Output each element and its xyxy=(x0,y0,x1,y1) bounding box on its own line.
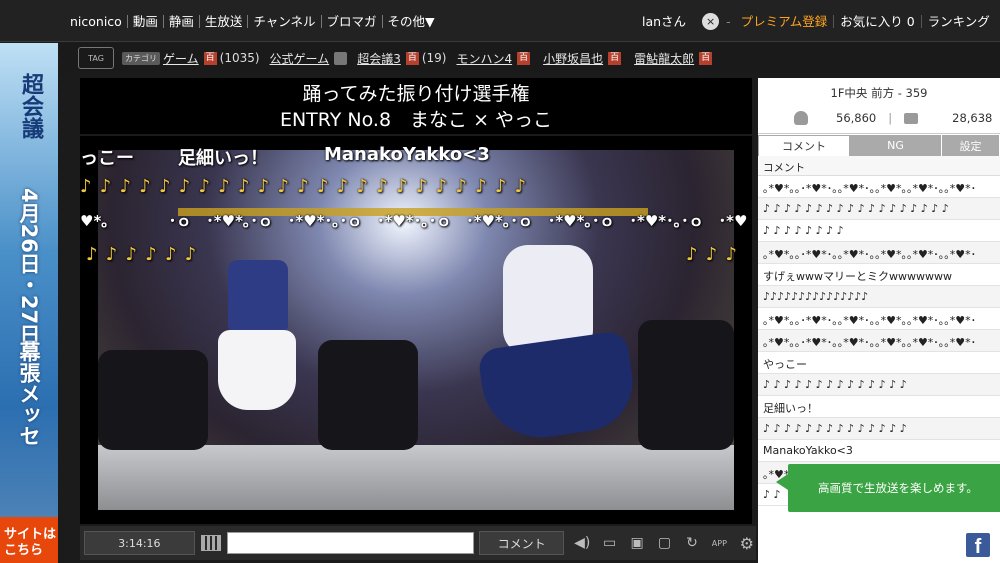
comment-bubble-icon xyxy=(904,112,919,124)
overlay-comment: 足細いっ！ xyxy=(178,148,268,169)
keyboard-icon[interactable] xyxy=(200,535,222,551)
hd-quality-toast[interactable]: 高画質で生放送を楽しめます。 xyxy=(776,464,1000,512)
dancer-left-skirt xyxy=(218,330,296,410)
tag-game-count: (1035) xyxy=(219,51,260,65)
ad-date: 4月26日・27日 xyxy=(17,188,41,346)
overlay-comment: っこー xyxy=(80,148,134,169)
tab-settings[interactable]: 設定 xyxy=(942,135,1000,156)
stream-title-box: 踊ってみた振り付け選手権 ENTRY No.8 まなこ × やっこ xyxy=(80,78,752,134)
tab-comment[interactable]: コメント xyxy=(758,135,850,156)
tag-official-game[interactable]: 公式ゲーム xyxy=(270,50,330,67)
comment-row[interactable]: ｡*♥*｡｡･*♥*･｡｡*♥*･｡｡*♥*｡｡*♥*･｡｡*♥*･ xyxy=(758,330,1000,352)
tag-chokaigi3-count: (19) xyxy=(421,51,447,65)
comment-list[interactable]: ｡*♥*｡｡･*♥*･｡｡*♥*･｡｡*♥*｡｡*♥*･｡｡*♥*･ ♪ ♪ ♪… xyxy=(758,176,1000,506)
tab-ng[interactable]: NG xyxy=(850,135,942,156)
close-icon[interactable]: × xyxy=(702,12,720,30)
tag-icon: TAG xyxy=(78,47,114,69)
app-icon[interactable]: APP xyxy=(710,539,728,548)
nav-seiga[interactable]: 静画 xyxy=(162,14,199,28)
top-navigation-bar: niconico 動画 静画 生放送 チャンネル ブロマガ その他▼ lanさん… xyxy=(0,0,1000,42)
comment-row[interactable]: ｡*♥*｡｡･*♥*･｡｡*♥*･｡｡*♥*｡｡*♥*･｡｡*♥*･ xyxy=(758,176,1000,198)
overlay-comment: ManakoYakko<3 xyxy=(324,144,490,165)
category-badge: カテゴリ xyxy=(122,51,160,65)
comment-input[interactable] xyxy=(227,532,475,554)
favorites-link[interactable]: お気に入り 0 xyxy=(833,14,920,28)
nav-live[interactable]: 生放送 xyxy=(198,14,248,28)
volume-icon[interactable]: ◀) xyxy=(573,535,591,551)
tag-game[interactable]: ゲーム xyxy=(163,50,199,67)
ad-title: 超会議 xyxy=(18,73,43,139)
comment-row[interactable]: ♪ ♪ ♪ ♪ ♪ ♪ ♪ ♪ xyxy=(758,220,1000,242)
player-control-bar: 3:14:16 コメント ◀) ▭ ▣ ▢ ↻ APP ⚙ xyxy=(80,526,756,560)
stats-separator: | xyxy=(888,111,893,125)
viewer-count: 56,860 xyxy=(836,111,877,125)
elapsed-time: 3:14:16 xyxy=(84,531,195,555)
comment-panel: 1F中央 前方 - 359 56,860 | 28,638 コメント NG 設定… xyxy=(758,78,1000,563)
ranking-link[interactable]: ランキング xyxy=(920,14,996,28)
comment-submit-button[interactable]: コメント xyxy=(479,531,565,555)
user-name[interactable]: lanさん xyxy=(636,15,692,28)
dancer-right-skirt xyxy=(477,330,639,445)
dancer-left-top xyxy=(228,260,288,335)
settings-gear-icon[interactable]: ⚙ xyxy=(738,534,756,553)
video-frame xyxy=(98,150,734,510)
ng-icon[interactable]: ▣ xyxy=(628,535,646,551)
comment-row[interactable]: すげぇwwwマリーとミクwwwwwww xyxy=(758,264,1000,286)
encyclopedia-icon[interactable]: 百 xyxy=(608,51,622,65)
tag-monhan4[interactable]: モンハン4 xyxy=(456,50,512,67)
premium-register-link[interactable]: プレミアム登録 xyxy=(735,15,834,28)
ad-site-link[interactable]: サイトはこちら xyxy=(0,517,58,563)
comment-row[interactable]: ♪ ♪ ♪ ♪ ♪ ♪ ♪ ♪ ♪ ♪ ♪ ♪ ♪ ♪ xyxy=(758,374,1000,396)
comment-row[interactable]: ♪ ♪ ♪ ♪ ♪ ♪ ♪ ♪ ♪ ♪ ♪ ♪ ♪ ♪ xyxy=(758,418,1000,440)
encyclopedia-icon[interactable]: 百 xyxy=(699,51,713,65)
screen-mode-icon[interactable]: ▢ xyxy=(655,535,673,551)
stream-title-line2: ENTRY No.8 まなこ × やっこ xyxy=(279,109,553,131)
overlay-comment-notes: ♪ ♪ ♪ ♪ ♪ ♪ ♪ ♪ ♪ ♪ ♪ ♪ ♪ ♪ ♪ ♪ ♪ ♪ ♪ ♪ … xyxy=(80,176,528,197)
encyclopedia-icon[interactable]: 百 xyxy=(203,51,217,65)
ad-venue: 幕張メッセ xyxy=(17,341,41,446)
comment-list-header: コメント xyxy=(758,156,1000,176)
nav-blomaga[interactable]: ブロマガ xyxy=(320,14,382,28)
tag-chokaigi3[interactable]: 超会議3 xyxy=(357,50,401,67)
reload-icon[interactable]: ↻ xyxy=(683,535,701,551)
comment-toggle-icon[interactable]: ▭ xyxy=(600,535,618,551)
stage-floor xyxy=(98,445,734,510)
comment-row[interactable]: ｡*♥*｡｡･*♥*･｡｡*♥*･｡｡*♥*｡｡*♥*･｡｡*♥*･ xyxy=(758,242,1000,264)
comment-count: 28,638 xyxy=(952,111,993,125)
audience-shape xyxy=(98,350,208,450)
lock-icon[interactable] xyxy=(334,51,348,65)
encyclopedia-icon[interactable]: 百 xyxy=(405,51,419,65)
nav-niconico[interactable]: niconico xyxy=(70,15,127,28)
site-nav: niconico 動画 静画 生放送 チャンネル ブロマガ その他▼ xyxy=(70,0,440,42)
tag-onosaka[interactable]: 小野坂昌也 xyxy=(543,50,603,67)
separator-dash: - xyxy=(726,13,731,29)
user-nav: lanさん × - プレミアム登録 お気に入り 0 ランキング xyxy=(636,0,996,42)
overlay-comment-notes: ♪ ♪ ♪ ♪ ♪ ♪ xyxy=(86,244,198,265)
audience-shape xyxy=(318,340,418,450)
left-ad-banner[interactable]: 超会議 4月26日・27日 幕張メッセ サイトはこちら xyxy=(0,43,58,563)
nav-channel[interactable]: チャンネル xyxy=(247,14,320,28)
tag-raiayu[interactable]: 雷鮎龍太郎 xyxy=(634,50,694,67)
comment-row[interactable]: ManakoYakko<3 xyxy=(758,440,1000,462)
overlay-comment-notes: ♪ ♪ ♪ xyxy=(686,244,738,265)
nav-douga[interactable]: 動画 xyxy=(126,14,163,28)
tag-bar: TAG カテゴリ ゲーム 百 (1035) 公式ゲーム 超会議3 百 (19) … xyxy=(60,43,1000,73)
seat-info: 1F中央 前方 - 359 xyxy=(830,86,928,100)
stream-info-header: 1F中央 前方 - 359 56,860 | 28,638 xyxy=(758,78,1000,134)
viewer-icon xyxy=(794,111,808,125)
video-player[interactable]: っこー 足細いっ！ ManakoYakko<3 ♪ ♪ ♪ ♪ ♪ ♪ ♪ ♪ … xyxy=(80,136,752,524)
comment-row[interactable]: やっこー xyxy=(758,352,1000,374)
comment-row[interactable]: 足細いっ！ xyxy=(758,396,1000,418)
panel-tabs: コメント NG 設定 xyxy=(758,135,1000,156)
overlay-comment-hearts: ♥*｡ ･ｏ ･*♥*｡･ｏ ･*♥*･｡･ｏ ･*♥*･｡･ｏ ･*♥*｡･ｏ… xyxy=(80,212,748,230)
stream-stats: 56,860 | 28,638 xyxy=(758,104,1000,132)
audience-shape xyxy=(638,320,734,450)
encyclopedia-icon[interactable]: 百 xyxy=(517,51,531,65)
comment-row[interactable]: ｡*♥*｡｡･*♥*･｡｡*♥*･｡｡*♥*｡｡*♥*･｡｡*♥*･ xyxy=(758,308,1000,330)
nav-other-menu[interactable]: その他▼ xyxy=(381,14,440,28)
comment-row[interactable]: ♪ ♪ ♪ ♪ ♪ ♪ ♪ ♪ ♪ ♪ ♪ ♪ ♪ ♪ ♪ ♪ ♪ ♪ xyxy=(758,198,1000,220)
comment-row[interactable]: ♪♪♪♪♪♪♪♪♪♪♪♪♪♪♪ xyxy=(758,286,1000,308)
facebook-icon[interactable]: f xyxy=(966,533,990,558)
stream-title-line1: 踊ってみた振り付け選手権 xyxy=(302,83,530,105)
